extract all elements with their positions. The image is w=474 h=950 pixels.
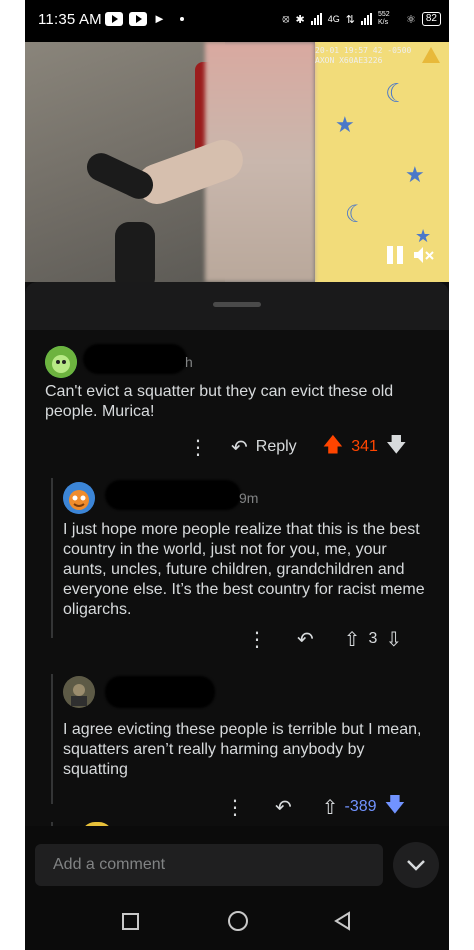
home-icon[interactable]	[228, 911, 248, 931]
comment-body: I just hope more people realize that thi…	[63, 521, 425, 618]
avatar-image	[63, 676, 95, 708]
notification-icons: ►	[105, 11, 184, 26]
avatar-image	[45, 346, 77, 378]
vote-count: 3	[368, 630, 378, 647]
status-time: 11:35 AM	[38, 11, 102, 28]
redacted-username	[105, 676, 215, 708]
comment-body: I agree evicting these people is terribl…	[63, 721, 422, 778]
video-controls	[387, 246, 435, 264]
video-timestamp-line1: 20-01 19:57 42 -0500	[315, 46, 412, 55]
upvote-arrow-icon[interactable]: 🡅	[323, 430, 344, 464]
data-arrows-icon: ⇅	[345, 13, 355, 26]
signal-icon-2	[361, 13, 372, 25]
comment: h Can't evict a squatter but they can ev…	[25, 340, 449, 470]
comment-composer: Add a comment	[25, 826, 449, 896]
status-bar: 11:35 AM ► ⦻ ✱ 4G ⇅ 552 K/s ⚛ 82	[25, 0, 449, 42]
downvote-arrow-icon[interactable]: ⇩	[385, 627, 402, 652]
svg-text:★: ★	[415, 226, 431, 246]
axon-logo-icon	[422, 47, 440, 63]
comment-actions: ⋮ ↶ ⇧ 3 ⇩	[247, 626, 402, 652]
status-right: ⦻ ✱ 4G ⇅ 552 K/s ⚛ 82	[282, 11, 441, 27]
youtube-icon	[129, 11, 147, 26]
more-vertical-icon[interactable]: ⋮	[183, 435, 213, 460]
reply-arrow-icon: ↶	[231, 436, 248, 459]
comment-age: 9m	[239, 490, 259, 506]
net-speed: 552 K/s	[378, 11, 390, 26]
avatar[interactable]	[63, 676, 95, 708]
video-player[interactable]: ★ ☾ ★ ☾ ★ 20-01 19:57 42 -0500 AXON X60A…	[25, 42, 449, 282]
downvote-arrow-icon[interactable]: 🡇	[386, 430, 407, 464]
reply-arrow-icon[interactable]: ↶	[297, 627, 314, 652]
drag-handle[interactable]	[213, 302, 261, 307]
upvote-arrow-icon[interactable]: ⇧	[344, 627, 361, 652]
downvote-arrow-icon[interactable]: 🡇	[385, 790, 406, 824]
add-comment-input[interactable]: Add a comment	[35, 844, 383, 886]
upvote-arrow-icon[interactable]: ⇧	[322, 795, 339, 820]
bing-icon: ►	[153, 11, 166, 26]
svg-text:☾: ☾	[345, 201, 367, 228]
reply-label: Reply	[255, 438, 297, 455]
vote-count: 341	[351, 438, 378, 455]
avatar[interactable]	[63, 482, 95, 514]
redacted-username	[105, 480, 241, 510]
svg-text:☾: ☾	[385, 78, 408, 108]
mute-icon[interactable]	[413, 246, 435, 264]
video-timestamp-line2: AXON X60AE3226	[315, 56, 383, 65]
sheet-header[interactable]	[25, 282, 449, 330]
back-icon[interactable]	[333, 911, 353, 931]
vote-count: -389	[344, 798, 377, 815]
comment-actions: ⋮ ↶ ⇧ -389 🡇	[225, 794, 405, 820]
more-notifications-icon	[179, 16, 184, 21]
avatar[interactable]	[45, 346, 77, 378]
comment: I agree evicting these people is terribl…	[25, 670, 449, 819]
comment: 9m I just hope more people realize that …	[25, 478, 449, 658]
network-type: 4G	[327, 14, 340, 24]
pause-icon[interactable]	[387, 246, 403, 264]
do-not-disturb-icon: ⦻	[282, 12, 290, 25]
svg-text:★: ★	[335, 112, 355, 137]
comment-body: Can't evict a squatter but they can evic…	[45, 383, 394, 420]
redacted-username	[83, 344, 187, 374]
svg-text:★: ★	[405, 162, 425, 187]
system-nav-bar	[25, 896, 449, 950]
battery-level: 82	[425, 13, 437, 24]
video-timestamp: 20-01 19:57 42 -0500 AXON X60AE3226	[315, 46, 411, 66]
reply-arrow-icon[interactable]: ↶	[275, 795, 292, 820]
bluetooth-icon: ✱	[295, 13, 305, 26]
chevron-down-icon	[407, 860, 425, 871]
youtube-icon	[105, 11, 123, 26]
video-frame-shoe	[115, 222, 155, 282]
phone-screen: 11:35 AM ► ⦻ ✱ 4G ⇅ 552 K/s ⚛ 82 ★ ☾ ★ ☾…	[25, 0, 449, 950]
flask-icon: ⚛	[406, 13, 416, 26]
recents-icon[interactable]	[122, 913, 139, 930]
more-vertical-icon[interactable]: ⋮	[225, 795, 245, 820]
collapse-button[interactable]	[393, 842, 439, 888]
comment-actions: ⋮ ↶ Reply 🡅 341 🡇	[183, 434, 407, 460]
battery-icon: 82	[421, 12, 441, 26]
reply-button[interactable]: ↶ Reply	[231, 435, 297, 460]
more-vertical-icon[interactable]: ⋮	[247, 627, 267, 652]
signal-icon	[310, 13, 322, 25]
avatar-image	[63, 482, 95, 514]
comment-age: h	[185, 354, 193, 370]
